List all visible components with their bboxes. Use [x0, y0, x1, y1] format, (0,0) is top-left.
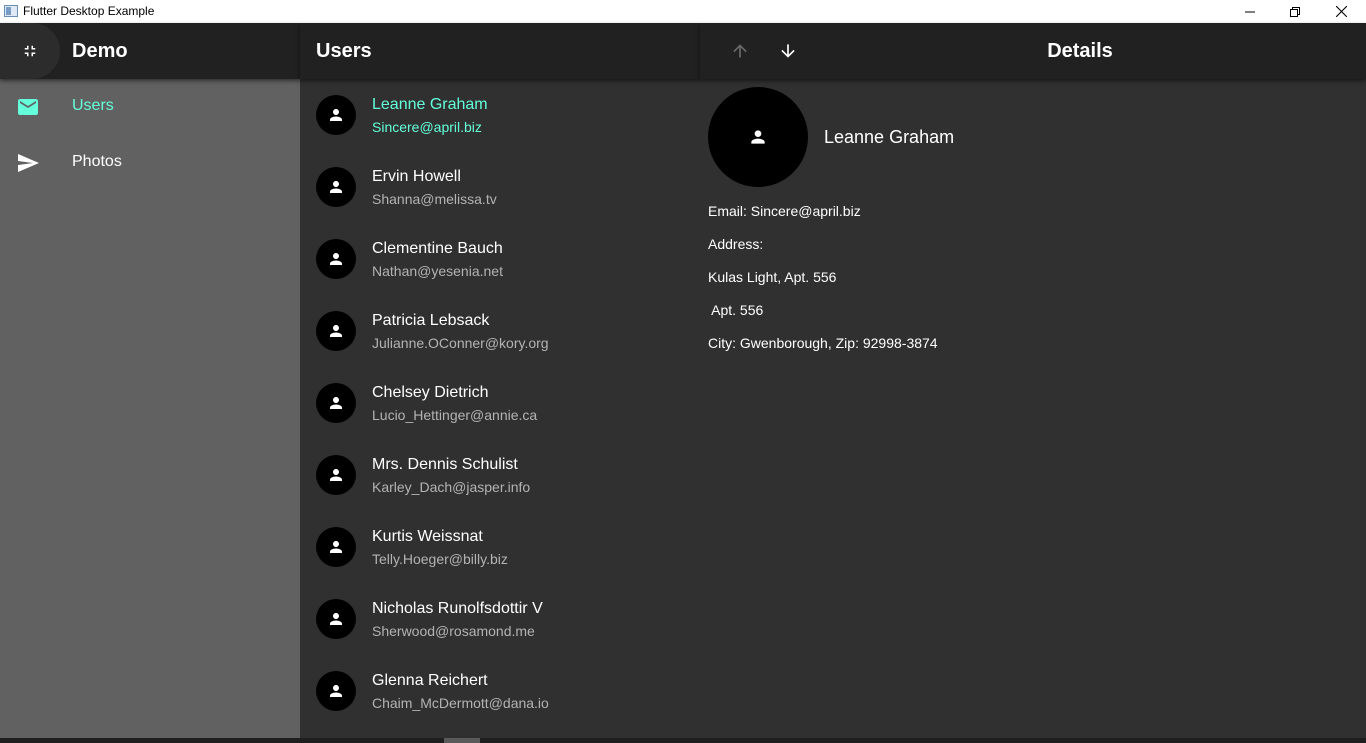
nav-item-users[interactable]: Users — [0, 79, 300, 135]
restore-icon — [1290, 6, 1300, 17]
list-item[interactable]: Nicholas Runolfsdottir V Sherwood@rosamo… — [300, 583, 700, 655]
list-item[interactable]: Chelsey Dietrich Lucio_Hettinger@annie.c… — [300, 367, 700, 439]
nav-header: Demo — [0, 23, 300, 79]
user-email: Sincere@april.biz — [372, 119, 482, 135]
avatar — [316, 671, 356, 711]
person-icon — [330, 181, 342, 193]
person-icon — [751, 130, 765, 144]
avatar — [316, 95, 356, 135]
avatar — [708, 87, 808, 187]
person-icon — [330, 685, 342, 697]
detail-user-name: Leanne Graham — [824, 127, 955, 147]
list-item[interactable]: Glenna Reichert Chaim_McDermott@dana.io — [300, 655, 700, 727]
avatar — [316, 167, 356, 207]
person-icon — [330, 109, 342, 121]
minimize-icon — [1245, 11, 1255, 12]
navigation-pane: Demo Users Photos — [0, 23, 300, 738]
list-item[interactable]: Clementine Bauch Nathan@yesenia.net — [300, 223, 700, 295]
user-email: Sherwood@rosamond.me — [372, 623, 535, 639]
mail-icon — [18, 99, 38, 115]
user-name: Ervin Howell — [372, 168, 461, 185]
user-name: Patricia Lebsack — [372, 312, 490, 329]
nav-item-photos[interactable]: Photos — [0, 135, 300, 191]
app-icon — [4, 5, 18, 17]
list-item[interactable]: Leanne Graham Sincere@april.biz — [300, 79, 700, 151]
scrollbar-thumb[interactable] — [444, 738, 480, 743]
avatar — [316, 599, 356, 639]
nav-item-label: Users — [72, 97, 114, 114]
user-email: Nathan@yesenia.net — [372, 263, 503, 279]
users-list-pane: Users Leanne Graham Sincere@april.biz Er… — [300, 23, 700, 738]
avatar — [316, 383, 356, 423]
nav-title: Demo — [72, 40, 128, 62]
detail-email: Email: Sincere@april.biz — [708, 203, 861, 219]
window-title-bar: Flutter Desktop Example — [0, 0, 1366, 23]
list-item[interactable]: Kurtis Weissnat Telly.Hoeger@billy.biz — [300, 511, 700, 583]
user-list: Leanne Graham Sincere@april.biz Ervin Ho… — [300, 79, 700, 727]
avatar — [316, 311, 356, 351]
user-name: Nicholas Runolfsdottir V — [372, 600, 543, 617]
collapse-button[interactable] — [0, 23, 60, 79]
detail-city-zip: City: Gwenborough, Zip: 92998-3874 — [708, 335, 938, 351]
user-email: Karley_Dach@jasper.info — [372, 479, 531, 495]
user-name: Clementine Bauch — [372, 240, 503, 257]
user-email: Julianne.OConner@kory.org — [372, 335, 549, 351]
list-title: Users — [316, 40, 372, 62]
user-name: Kurtis Weissnat — [372, 528, 483, 545]
detail-address-label: Address: — [708, 236, 764, 252]
person-icon — [330, 253, 342, 265]
close-icon — [1335, 6, 1347, 17]
user-email: Telly.Hoeger@billy.biz — [372, 551, 508, 567]
person-icon — [330, 613, 342, 625]
user-name: Mrs. Dennis Schulist — [372, 456, 518, 473]
user-email: Chaim_McDermott@dana.io — [372, 695, 549, 711]
avatar — [316, 239, 356, 279]
detail-street: Kulas Light, Apt. 556 — [708, 269, 837, 285]
user-email: Shanna@melissa.tv — [372, 191, 497, 207]
restore-button[interactable] — [1272, 0, 1318, 23]
person-icon — [330, 469, 342, 481]
close-button[interactable] — [1318, 0, 1364, 23]
person-icon — [330, 397, 342, 409]
nav-item-label: Photos — [72, 153, 122, 170]
person-icon — [330, 541, 342, 553]
avatar — [316, 455, 356, 495]
detail-header: Details — [700, 23, 1366, 79]
detail-title: Details — [1047, 40, 1113, 62]
horizontal-scrollbar[interactable] — [0, 738, 1366, 743]
list-item[interactable]: Mrs. Dennis Schulist Karley_Dach@jasper.… — [300, 439, 700, 511]
list-header: Users — [300, 23, 700, 79]
person-icon — [330, 325, 342, 337]
window-title: Flutter Desktop Example — [23, 4, 155, 18]
user-email: Lucio_Hettinger@annie.ca — [372, 407, 538, 423]
list-item[interactable]: Patricia Lebsack Julianne.OConner@kory.o… — [300, 295, 700, 367]
list-item[interactable]: Ervin Howell Shanna@melissa.tv — [300, 151, 700, 223]
user-name: Chelsey Dietrich — [372, 384, 489, 401]
user-name: Leanne Graham — [372, 96, 488, 113]
details-pane: Details Leanne Graham Email: Sincere@apr… — [700, 23, 1366, 738]
send-icon — [18, 154, 39, 172]
collapse-icon — [24, 45, 36, 57]
detail-suite: Apt. 556 — [708, 302, 764, 318]
avatar — [316, 527, 356, 567]
user-name: Glenna Reichert — [372, 672, 488, 689]
minimize-button[interactable] — [1227, 0, 1273, 23]
